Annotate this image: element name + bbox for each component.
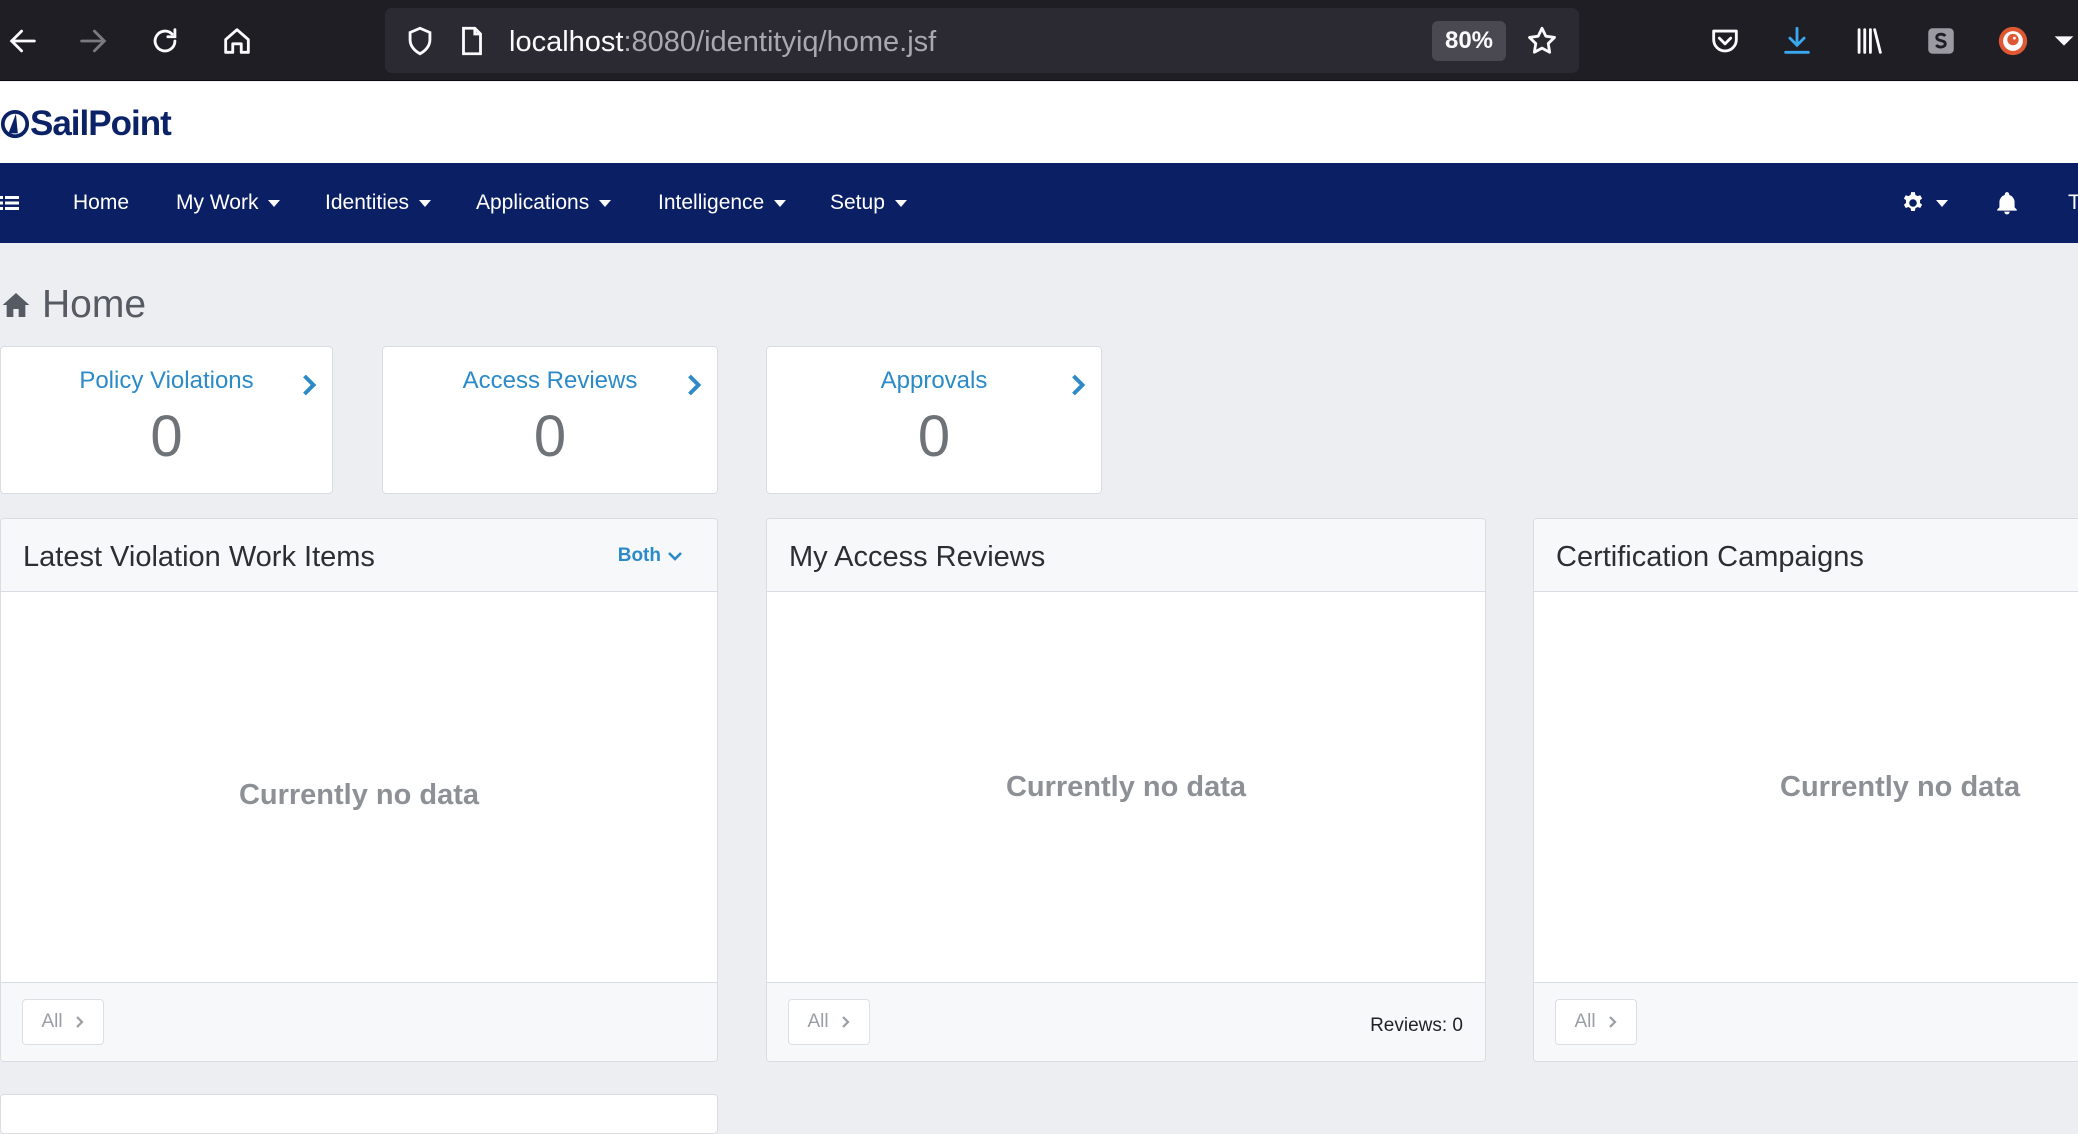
chevron-right-icon	[75, 1016, 84, 1028]
my-access-reviews-widget: My Access Reviews Currently no data All …	[766, 518, 1486, 1062]
caret-down-icon	[894, 199, 907, 207]
home-page-icon	[2, 293, 30, 317]
chevron-right-icon	[688, 374, 702, 396]
certification-campaigns-widget: Certification Campaigns Currently no dat…	[1533, 518, 2078, 1062]
all-button[interactable]: All	[788, 999, 870, 1045]
app-header: SailPoint	[0, 82, 2078, 163]
nav-setup-label: Setup	[830, 191, 885, 214]
chevron-right-icon	[1072, 374, 1086, 396]
access-reviews-card[interactable]: Access Reviews 0	[382, 346, 718, 494]
empty-state-text: Currently no data	[1780, 770, 2021, 803]
nav-home[interactable]: Home	[73, 163, 129, 243]
widget-body: Currently no data	[1, 592, 717, 982]
nav-intelligence-label: Intelligence	[658, 191, 765, 214]
pocket-icon[interactable]	[1702, 18, 1748, 64]
stat-title: Access Reviews	[462, 367, 638, 394]
widget-header: My Access Reviews	[767, 519, 1485, 592]
next-widget-partial	[0, 1094, 718, 1134]
widget-header: Latest Violation Work Items Both	[1, 519, 717, 592]
back-icon[interactable]	[0, 18, 46, 64]
stat-value: 0	[533, 404, 567, 469]
policy-violations-card[interactable]: Policy Violations 0	[0, 346, 333, 494]
violation-work-items-widget: Latest Violation Work Items Both Current…	[0, 518, 718, 1062]
approvals-card[interactable]: Approvals 0	[766, 346, 1102, 494]
chevron-down-icon	[668, 552, 682, 561]
nav-intelligence[interactable]: Intelligence	[658, 163, 787, 243]
sailpoint-logo-mark	[0, 109, 30, 139]
url-path: :8080/identityiq/home.jsf	[623, 26, 937, 58]
nav-applications[interactable]: Applications	[476, 163, 612, 243]
browser-toolbar: localhost:8080/identityiq/home.jsf 80%	[0, 0, 2078, 81]
nav-home-label: Home	[73, 191, 130, 214]
reviews-count: Reviews: 0	[1370, 1015, 1463, 1036]
page-title-text: Home	[42, 283, 147, 326]
caret-down-icon	[599, 199, 612, 207]
widget-body: Currently no data	[767, 592, 1485, 982]
chevron-right-icon	[841, 1016, 850, 1028]
nav-identities-label: Identities	[325, 191, 410, 214]
zoom-level[interactable]: 80%	[1432, 21, 1506, 61]
caret-down-icon	[774, 199, 787, 207]
stat-value: 0	[150, 404, 183, 469]
gear-menu-button[interactable]	[1900, 163, 1948, 243]
duckduckgo-icon[interactable]	[1990, 18, 2036, 64]
widget-header: Certification Campaigns	[1534, 519, 2078, 592]
empty-state-text: Currently no data	[1005, 770, 1247, 803]
widget-title: Certification Campaigns	[1556, 541, 1864, 573]
shield-icon[interactable]	[397, 18, 443, 64]
chevron-right-icon	[303, 374, 317, 396]
widget-footer: All	[1, 982, 717, 1061]
nav-setup[interactable]: Setup	[830, 163, 907, 243]
star-icon[interactable]	[1519, 18, 1565, 64]
sailpoint-logo[interactable]: SailPoint	[0, 104, 172, 144]
empty-state-text: Currently no data	[238, 778, 480, 811]
home-icon[interactable]	[214, 18, 260, 64]
forward-icon[interactable]	[70, 18, 116, 64]
url-host: localhost	[509, 26, 624, 58]
address-bar[interactable]: localhost:8080/identityiq/home.jsf 80%	[385, 8, 1579, 73]
widget-footer: All Reviews: 0	[767, 982, 1485, 1061]
widget-footer: All	[1534, 982, 2078, 1061]
stat-value: 0	[917, 404, 951, 469]
reload-icon[interactable]	[142, 18, 188, 64]
nav-user-cut[interactable]: T	[2068, 163, 2078, 243]
logo-text: SailPoint	[30, 104, 172, 143]
library-icon[interactable]	[1846, 18, 1892, 64]
caret-down-icon	[419, 199, 432, 207]
caret-down-icon	[1936, 199, 1948, 207]
url-text[interactable]: localhost:8080/identityiq/home.jsf	[509, 26, 936, 59]
bell-icon	[1997, 192, 2017, 215]
overflow-icon[interactable]	[2050, 18, 2078, 64]
nav-my-work-label: My Work	[176, 191, 259, 214]
all-label: All	[1574, 1011, 1596, 1032]
menu-icon[interactable]	[0, 163, 28, 243]
all-button[interactable]: All	[22, 999, 104, 1045]
nav-applications-label: Applications	[476, 191, 590, 214]
download-icon[interactable]	[1774, 18, 1820, 64]
page-title: Home	[0, 282, 146, 328]
widget-body: Currently no data	[1534, 592, 2078, 982]
all-label: All	[41, 1011, 63, 1032]
nav-identities[interactable]: Identities	[325, 163, 432, 243]
nav-my-work[interactable]: My Work	[176, 163, 281, 243]
widget-title: My Access Reviews	[789, 541, 1046, 573]
all-label: All	[807, 1011, 829, 1032]
gear-icon	[1903, 192, 1923, 212]
extension-s-icon[interactable]	[1918, 18, 1964, 64]
filter-dropdown[interactable]: Both	[618, 545, 683, 567]
widget-title: Latest Violation Work Items	[23, 541, 375, 573]
nav-user-cut-text: T	[2068, 191, 2078, 214]
filter-label: Both	[617, 545, 661, 566]
stat-title: Policy Violations	[79, 367, 254, 394]
notifications-button[interactable]	[1994, 163, 2020, 243]
main-navbar: Home My Work Identities Applications Int…	[0, 163, 2078, 243]
caret-down-icon	[268, 199, 281, 207]
page-icon	[449, 18, 495, 64]
stat-title: Approvals	[880, 367, 988, 394]
all-button[interactable]: All	[1555, 999, 1637, 1045]
chevron-right-icon	[1608, 1016, 1617, 1028]
